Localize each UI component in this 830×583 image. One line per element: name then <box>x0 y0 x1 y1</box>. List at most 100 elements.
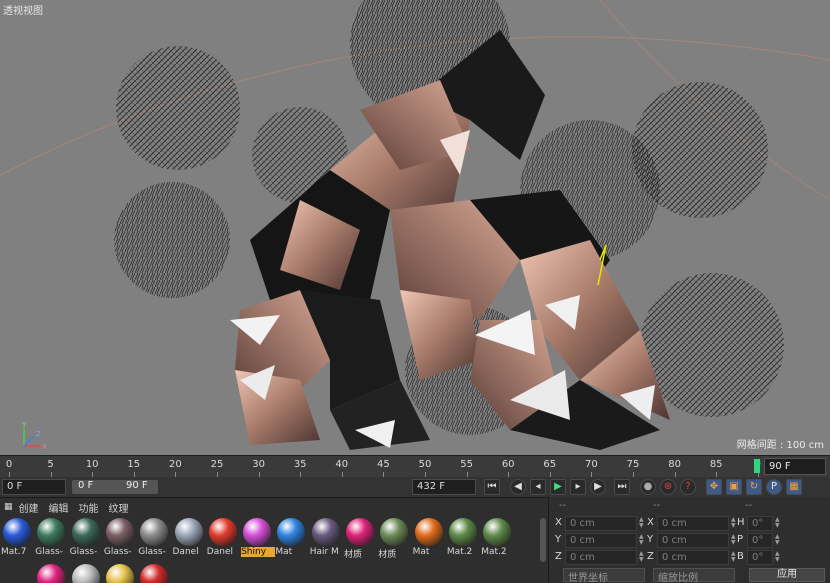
next-key-button[interactable]: ▶ <box>590 479 606 495</box>
material-preview-sphere <box>208 518 237 546</box>
material-swatch[interactable] <box>138 562 171 583</box>
rotation-value-field[interactable]: 0° <box>747 533 773 548</box>
spinner-arrows-icon[interactable]: ▲ ▼ <box>639 534 645 547</box>
size-mode-dropdown[interactable]: 缩放比例 <box>653 568 735 583</box>
material-swatch[interactable]: Mat <box>413 516 446 560</box>
size-axis-label: X <box>647 517 654 528</box>
material-swatch[interactable]: Mat.2 <box>481 516 514 560</box>
material-swatch[interactable]: Mat.7 <box>1 516 34 560</box>
material-swatch[interactable]: Shiny <box>241 516 276 560</box>
material-scrollbar[interactable] <box>540 518 546 562</box>
range-start-label: 0 F <box>78 480 94 491</box>
timeline-tick-label: 10 <box>85 459 99 470</box>
size-value-field[interactable]: 0 cm <box>657 516 729 531</box>
axis-y-label: Y <box>21 422 27 429</box>
playhead-handle[interactable] <box>754 459 760 473</box>
material-swatch[interactable] <box>35 562 68 583</box>
record-button[interactable]: ● <box>640 479 656 495</box>
material-swatch[interactable]: Hair M <box>310 516 343 560</box>
spinner-arrows-icon[interactable]: ▲ ▼ <box>775 534 781 547</box>
auto-key-button[interactable]: ⊛ <box>660 479 676 495</box>
rotate-icon: ↻ <box>749 481 759 492</box>
rotation-header: -- <box>745 500 753 511</box>
rotate-tool-button[interactable]: ↻ <box>746 479 762 495</box>
material-preview-sphere <box>380 518 409 546</box>
material-swatch[interactable]: Glass- <box>104 516 137 560</box>
timeline-tick-label: 35 <box>293 459 307 470</box>
size-value-field[interactable]: 0 cm <box>657 533 729 548</box>
material-label: Glass- <box>103 547 132 557</box>
material-swatch[interactable]: Mat.2 <box>447 516 480 560</box>
position-value-field[interactable]: 0 cm <box>565 516 637 531</box>
position-value-field[interactable]: 0 cm <box>565 550 637 565</box>
material-label: 材质 <box>378 550 397 560</box>
scale-tool-button[interactable]: ▣ <box>726 479 742 495</box>
timeline-tick-label: 45 <box>377 459 390 470</box>
timeline-tick-label: 65 <box>543 459 557 470</box>
size-value-field[interactable]: 0 cm <box>657 550 729 565</box>
material-swatch[interactable]: Glass- <box>35 516 68 560</box>
viewport-title[interactable]: 透视视图 <box>3 2 43 17</box>
position-axis-label: Y <box>555 534 562 545</box>
move-tool-button[interactable]: ✥ <box>706 479 722 495</box>
timeline-tick-label: 5 <box>47 459 54 470</box>
rotation-value-field[interactable]: 0° <box>747 550 773 565</box>
material-swatch[interactable]: Danel <box>207 516 240 560</box>
prev-frame-button[interactable]: ◂ <box>530 479 546 495</box>
frame-range-slider[interactable]: 0 F 90 F <box>72 480 158 494</box>
param-button[interactable]: P <box>766 479 782 495</box>
material-swatch[interactable]: Glass- <box>70 516 103 560</box>
record-icon: ● <box>643 481 653 492</box>
material-preview-sphere <box>3 518 31 546</box>
coordinates-manager: -- -- -- X0 cm ▲ ▼ X 0 cm ▲ ▼ H 0° ▲ ▼ Y 0 cm ▲ ▼ Y 0 cm… <box>548 497 830 583</box>
rotation-value-field[interactable]: 0° <box>747 516 773 531</box>
material-swatch[interactable] <box>104 562 137 583</box>
spinner-arrows-icon[interactable]: ▲ ▼ <box>639 551 645 564</box>
material-swatch[interactable]: 材质 <box>344 516 377 560</box>
next-frame-button[interactable]: ▸ <box>570 479 586 495</box>
apply-button[interactable]: 应用 <box>749 568 825 582</box>
timeline-tick-label: 60 <box>501 459 515 470</box>
material-swatch[interactable]: Mat <box>275 516 308 560</box>
timeline-ruler[interactable]: 0510152025303540455055606570758085990 F <box>0 455 830 477</box>
spinner-arrows-icon[interactable]: ▲ ▼ <box>775 551 781 564</box>
spinner-arrows-icon[interactable]: ▲ ▼ <box>639 517 645 530</box>
material-preview-sphere <box>414 518 443 546</box>
keyframe-button[interactable]: ? <box>680 479 696 495</box>
rotation-axis-label: B <box>737 551 744 562</box>
material-label: Shiny <box>241 547 276 557</box>
material-label: Glass- <box>69 547 98 557</box>
timeline-tick-label: 70 <box>585 459 598 470</box>
menu-edit[interactable]: 编辑 <box>49 500 69 515</box>
menu-function[interactable]: 功能 <box>79 500 99 515</box>
timeline-tick-label: 50 <box>418 459 432 470</box>
current-frame-field[interactable]: 0 F <box>2 479 66 495</box>
goto-start-button[interactable]: ⏮ <box>484 479 500 495</box>
menu-texture[interactable]: 纹理 <box>109 500 129 515</box>
panel-grip-icon[interactable]: ▦ <box>4 502 13 512</box>
coord-system-dropdown[interactable]: 世界坐标 <box>563 568 645 583</box>
spinner-arrows-icon[interactable]: ▲ ▼ <box>775 517 781 530</box>
material-preview-sphere <box>37 518 66 546</box>
material-preview-sphere <box>483 518 512 546</box>
material-swatch[interactable]: Danel <box>173 516 206 560</box>
prev-key-button[interactable]: ◀ <box>510 479 526 495</box>
goto-end-button[interactable]: ⏭ <box>614 479 630 495</box>
material-swatch[interactable]: 材质 <box>378 516 411 560</box>
max-frame-field[interactable]: 432 F <box>412 479 476 495</box>
scale-icon: ▣ <box>729 481 739 492</box>
play-button[interactable]: ▶ <box>550 479 566 495</box>
next-frame-icon: ▸ <box>575 481 581 492</box>
menu-create[interactable]: 创建 <box>19 500 39 515</box>
grid-button[interactable]: ▦ <box>786 479 802 495</box>
end-frame-field[interactable]: 90 F <box>764 458 826 475</box>
axis-x-label: X <box>42 443 47 451</box>
goto-start-icon: ⏮ <box>487 481 497 492</box>
position-value-field[interactable]: 0 cm <box>565 533 637 548</box>
prev-key-icon: ◀ <box>514 481 522 492</box>
perspective-viewport[interactable]: 透视视图 网格间距 : 100 cm Y Z X <box>0 0 830 455</box>
material-preview-sphere <box>71 564 100 583</box>
material-swatch[interactable] <box>70 562 103 583</box>
material-swatch[interactable]: Glass- <box>138 516 171 560</box>
hair-sphere <box>114 182 230 298</box>
